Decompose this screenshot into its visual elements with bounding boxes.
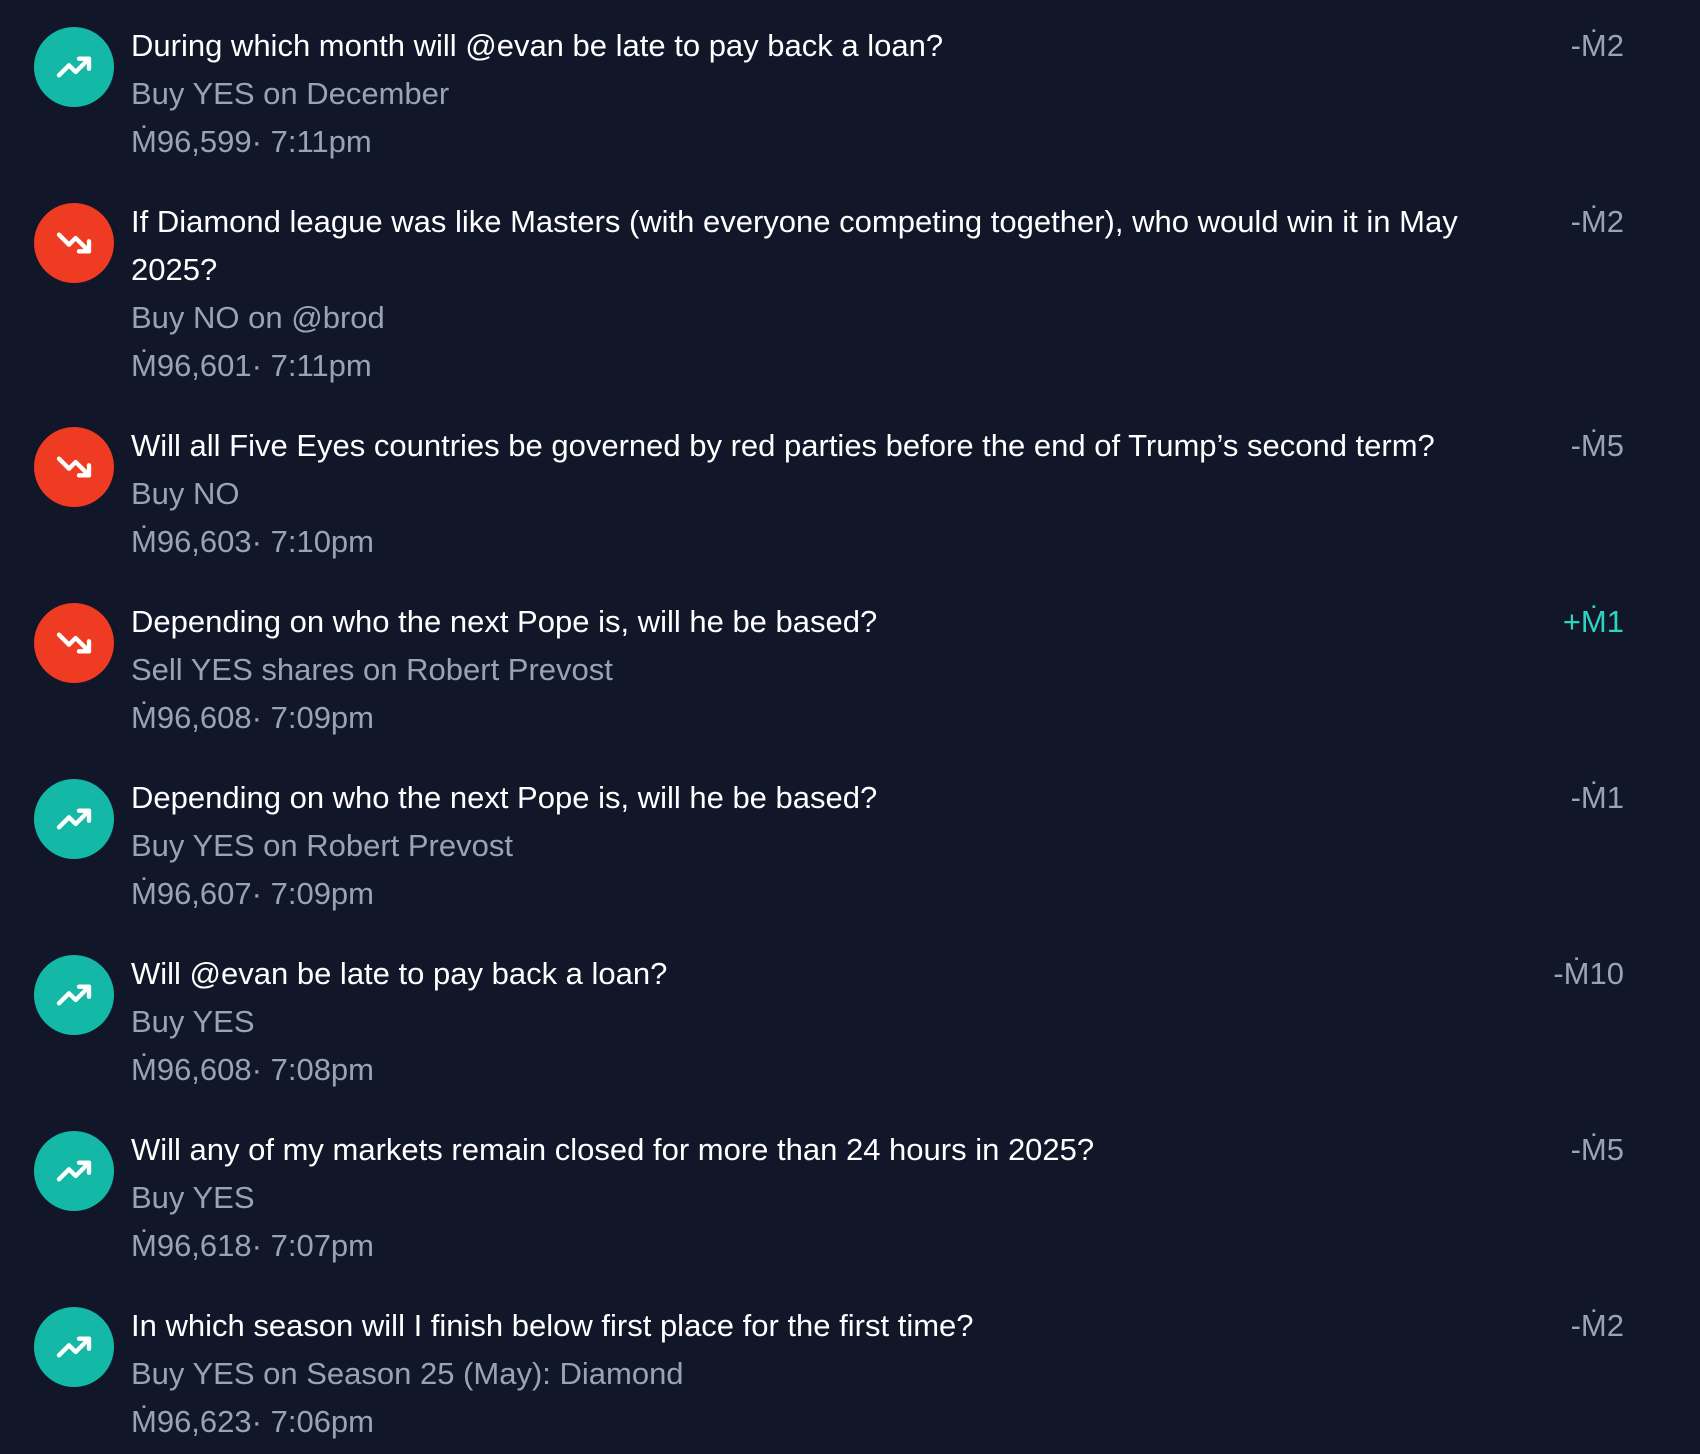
trade-action: Buy NO	[131, 476, 240, 511]
trade-action: Buy YES on December	[131, 76, 450, 111]
trade-action: Buy YES	[131, 1004, 255, 1039]
trade-action: Buy YES on Season 25 (May): Diamond	[131, 1356, 684, 1391]
separator: ·	[251, 1404, 262, 1439]
trade-meta: Ṁ96,603· 7:10pm	[131, 518, 1531, 566]
separator: ·	[251, 1228, 262, 1263]
item-content: Will all Five Eyes countries be governed…	[131, 422, 1531, 566]
trade-action: Buy NO on @brod	[131, 300, 385, 335]
item-content: If Diamond league was like Masters (with…	[131, 198, 1531, 390]
trade-time: 7:10pm	[270, 524, 374, 559]
trade-meta: Ṁ96,601· 7:11pm	[131, 342, 1531, 390]
trade-amount: -Ṁ2	[1570, 28, 1624, 63]
trade-amount: -Ṁ2	[1570, 1308, 1624, 1343]
trending-down-icon	[34, 203, 114, 283]
trade-time: 7:09pm	[270, 876, 374, 911]
item-content: Will @evan be late to pay back a loan? B…	[131, 950, 1531, 1094]
trade-meta: Ṁ96,623· 7:06pm	[131, 1398, 1531, 1446]
market-question-link[interactable]: Will @evan be late to pay back a loan?	[131, 950, 1531, 998]
separator: ·	[251, 524, 262, 559]
balance-value: Ṁ96,601	[131, 348, 252, 383]
trending-down-icon	[34, 603, 114, 683]
separator: ·	[251, 876, 262, 911]
balance-value: Ṁ96,607	[131, 876, 252, 911]
balance-value: Ṁ96,623	[131, 1404, 252, 1439]
separator: ·	[251, 348, 262, 383]
trending-up-icon	[34, 779, 114, 859]
trade-time: 7:11pm	[270, 124, 372, 159]
item-content: Will any of my markets remain closed for…	[131, 1126, 1531, 1270]
trending-up-icon	[34, 955, 114, 1035]
trade-time: 7:07pm	[270, 1228, 374, 1263]
trade-action: Sell YES shares on Robert Prevost	[131, 652, 613, 687]
balance-value: Ṁ96,603	[131, 524, 252, 559]
market-question-link[interactable]: Will any of my markets remain closed for…	[131, 1126, 1531, 1174]
balance-value: Ṁ96,618	[131, 1228, 252, 1263]
trending-up-icon	[34, 1307, 114, 1387]
trade-meta: Ṁ96,618· 7:07pm	[131, 1222, 1531, 1270]
market-question-link[interactable]: If Diamond league was like Masters (with…	[131, 198, 1531, 294]
trade-amount: -Ṁ5	[1570, 428, 1624, 463]
trade-meta: Ṁ96,599· 7:11pm	[131, 118, 1531, 166]
market-question-link[interactable]: Depending on who the next Pope is, will …	[131, 774, 1531, 822]
trending-down-icon	[34, 427, 114, 507]
trade-action: Buy YES on Robert Prevost	[131, 828, 513, 863]
separator: ·	[251, 1052, 262, 1087]
separator: ·	[251, 124, 262, 159]
trade-amount: -Ṁ2	[1570, 204, 1624, 239]
balance-value: Ṁ96,608	[131, 700, 252, 735]
item-content: Depending on who the next Pope is, will …	[131, 774, 1531, 918]
trade-amount: -Ṁ1	[1570, 780, 1624, 815]
trade-time: 7:09pm	[270, 700, 374, 735]
item-content: During which month will @evan be late to…	[131, 22, 1531, 166]
trending-up-icon	[34, 27, 114, 107]
trade-meta: Ṁ96,608· 7:08pm	[131, 1046, 1531, 1094]
trade-time: 7:08pm	[270, 1052, 374, 1087]
market-question-link[interactable]: In which season will I finish below firs…	[131, 1302, 1531, 1350]
trade-time: 7:11pm	[270, 348, 372, 383]
market-question-link[interactable]: Will all Five Eyes countries be governed…	[131, 422, 1531, 470]
trade-amount: -Ṁ10	[1553, 956, 1624, 991]
item-content: In which season will I finish below firs…	[131, 1302, 1531, 1446]
balance-value: Ṁ96,599	[131, 124, 252, 159]
market-question-link[interactable]: During which month will @evan be late to…	[131, 22, 1531, 70]
item-content: Depending on who the next Pope is, will …	[131, 598, 1531, 742]
market-question-link[interactable]: Depending on who the next Pope is, will …	[131, 598, 1531, 646]
trade-amount: -Ṁ5	[1570, 1132, 1624, 1167]
separator: ·	[251, 700, 262, 735]
trade-meta: Ṁ96,607· 7:09pm	[131, 870, 1531, 918]
trade-amount: +Ṁ1	[1562, 604, 1624, 639]
trending-up-icon	[34, 1131, 114, 1211]
trade-action: Buy YES	[131, 1180, 255, 1215]
balance-value: Ṁ96,608	[131, 1052, 252, 1087]
trade-time: 7:06pm	[270, 1404, 374, 1439]
trade-meta: Ṁ96,608· 7:09pm	[131, 694, 1531, 742]
